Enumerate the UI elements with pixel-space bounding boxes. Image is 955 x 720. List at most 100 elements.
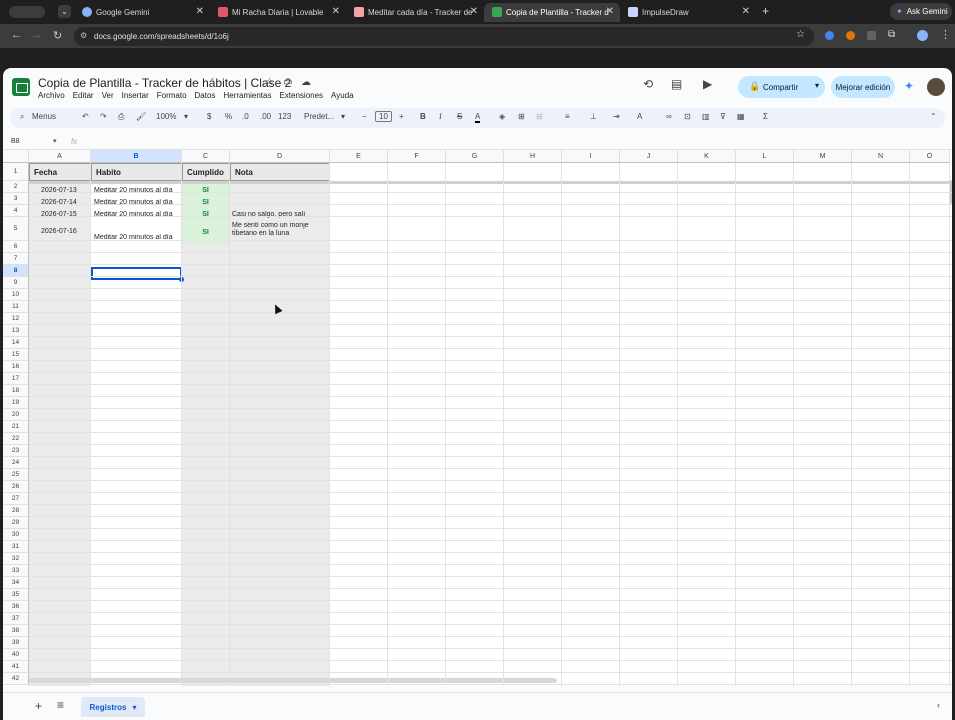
forward-icon[interactable]: → (31, 29, 42, 41)
close-icon[interactable]: ✕ (332, 6, 340, 17)
cloud-status-icon[interactable]: ☁ (301, 77, 311, 88)
gemini-sparkle-icon[interactable]: ✦ (904, 79, 914, 93)
merge-cells-icon[interactable]: ⊟ (536, 112, 543, 121)
cell-a5[interactable]: 2026-07-16 (41, 228, 77, 235)
extension-icon[interactable] (867, 31, 876, 40)
collapse-toolbar-icon[interactable]: ⌃ (930, 112, 937, 121)
increase-font-size-icon[interactable]: + (399, 112, 404, 121)
menu-extensiones[interactable]: Extensiones (279, 91, 323, 100)
chart-icon[interactable]: ▥ (702, 112, 710, 121)
row-header-14[interactable]: 14 (3, 337, 29, 349)
strikethrough-button[interactable]: S (457, 112, 462, 121)
ask-gemini-button[interactable]: ✦ Ask Gemini (890, 3, 952, 20)
close-icon[interactable]: ✕ (606, 6, 614, 17)
row-header-17[interactable]: 17 (3, 373, 29, 385)
url-field[interactable]: ⚙ docs.google.com/spreadsheets/d/1o6j (74, 27, 814, 46)
formula-input[interactable] (87, 135, 947, 148)
sheet-tab-registros[interactable]: Registros ▾ (81, 697, 145, 717)
undo-icon[interactable]: ↶ (82, 112, 89, 121)
improve-editing-button[interactable]: Mejorar edición (831, 76, 895, 98)
row-header-29[interactable]: 29 (3, 517, 29, 529)
row-header-20[interactable]: 20 (3, 409, 29, 421)
sheets-logo-icon[interactable] (12, 78, 30, 96)
text-color-button[interactable]: A (475, 112, 481, 123)
selected-cell[interactable] (91, 267, 182, 280)
text-rotation-icon[interactable]: A (637, 112, 642, 121)
back-icon[interactable]: ← (11, 29, 22, 41)
header-cumplido[interactable]: Cumplido (182, 163, 230, 181)
percent-format-button[interactable]: % (225, 112, 232, 121)
row-header-27[interactable]: 27 (3, 493, 29, 505)
decrease-font-size-icon[interactable]: − (362, 112, 367, 121)
print-icon[interactable]: ⎙ (118, 112, 124, 122)
cell-c4[interactable]: SI (182, 208, 229, 220)
menu-herramientas[interactable]: Herramientas (223, 91, 271, 100)
row-header-38[interactable]: 38 (3, 625, 29, 637)
row-header-18[interactable]: 18 (3, 385, 29, 397)
functions-icon[interactable]: Σ (763, 112, 768, 121)
vertical-align-icon[interactable]: ⊥ (590, 112, 597, 121)
menu-archivo[interactable]: Archivo (38, 91, 65, 100)
row-header-7[interactable]: 7 (3, 253, 29, 265)
comments-icon[interactable]: ▤ (671, 77, 682, 91)
zoom-select[interactable]: 100% (156, 112, 176, 121)
column-header-h[interactable]: H (504, 150, 562, 163)
row-header-6[interactable]: 6 (3, 241, 29, 253)
row-header-15[interactable]: 15 (3, 349, 29, 361)
chevron-down-icon[interactable]: ▾ (184, 112, 188, 121)
chevron-down-icon[interactable]: ▾ (132, 703, 136, 712)
column-header-e[interactable]: E (330, 150, 388, 163)
row-header-4[interactable]: 4 (3, 205, 29, 217)
fill-color-icon[interactable]: ◈ (499, 112, 505, 121)
reload-icon[interactable]: ↻ (53, 29, 62, 42)
horizontal-scrollbar[interactable] (29, 678, 557, 683)
column-header-i[interactable]: I (562, 150, 620, 163)
bold-button[interactable]: B (420, 112, 426, 121)
menus-search[interactable]: Menus (32, 112, 56, 121)
header-habito[interactable]: Habito (91, 163, 182, 181)
cell-c2[interactable]: SI (182, 184, 229, 196)
window-switcher-button[interactable] (9, 6, 45, 18)
row-header-34[interactable]: 34 (3, 577, 29, 589)
row-header-5[interactable]: 5 (3, 217, 29, 241)
row-header-30[interactable]: 30 (3, 529, 29, 541)
frozen-row-divider[interactable] (3, 181, 952, 184)
italic-button[interactable]: I (439, 112, 442, 121)
menu-datos[interactable]: Datos (195, 91, 216, 100)
cell-c3[interactable]: SI (182, 196, 229, 208)
share-button[interactable]: 🔒 Compartir ▾ (738, 76, 825, 98)
document-title[interactable]: Copia de Plantilla - Tracker de hábitos … (38, 76, 291, 90)
history-icon[interactable]: ⟲ (643, 77, 653, 91)
move-folder-icon[interactable]: ▭ (283, 77, 292, 88)
browser-tab-meditar[interactable]: Meditar cada día - Tracker de ✕ (346, 3, 484, 22)
font-size-field[interactable]: 10 (375, 111, 392, 122)
profile-icon[interactable] (917, 30, 928, 41)
more-formats-button[interactable]: 123 (278, 112, 291, 121)
new-tab-button[interactable]: + (762, 4, 769, 18)
increase-decimals-button[interactable]: .00 (260, 112, 271, 121)
row-header-19[interactable]: 19 (3, 397, 29, 409)
browser-tab-gemini[interactable]: Google Gemini ✕ (74, 3, 210, 22)
row-header-12[interactable]: 12 (3, 313, 29, 325)
decrease-decimals-button[interactable]: .0 (242, 112, 249, 121)
filter-icon[interactable]: ⊽ (720, 112, 726, 121)
filter-views-icon[interactable]: ▦ (737, 112, 745, 121)
row-header-26[interactable]: 26 (3, 481, 29, 493)
select-all-corner[interactable] (3, 150, 29, 163)
row-header-42[interactable]: 42 (3, 673, 29, 685)
column-header-b[interactable]: B (91, 150, 182, 163)
chevron-down-icon[interactable]: ▾ (53, 137, 57, 145)
tab-list-chevron-icon[interactable]: ⌄ (58, 5, 71, 18)
row-header-35[interactable]: 35 (3, 589, 29, 601)
borders-icon[interactable]: ⊞ (518, 112, 525, 121)
column-header-o[interactable]: O (910, 150, 950, 163)
row-header-21[interactable]: 21 (3, 421, 29, 433)
browser-tab-sheets[interactable]: Copia de Plantilla - Tracker d ✕ (484, 3, 620, 22)
meet-icon[interactable]: ▶ (703, 77, 712, 91)
column-header-g[interactable]: G (446, 150, 504, 163)
column-header-j[interactable]: J (620, 150, 678, 163)
site-info-icon[interactable]: ⚙ (80, 31, 87, 40)
menu-insertar[interactable]: Insertar (122, 91, 149, 100)
cell-d5[interactable]: Me sentí como un monje tibetano en la lu… (232, 222, 324, 238)
column-header-k[interactable]: K (678, 150, 736, 163)
